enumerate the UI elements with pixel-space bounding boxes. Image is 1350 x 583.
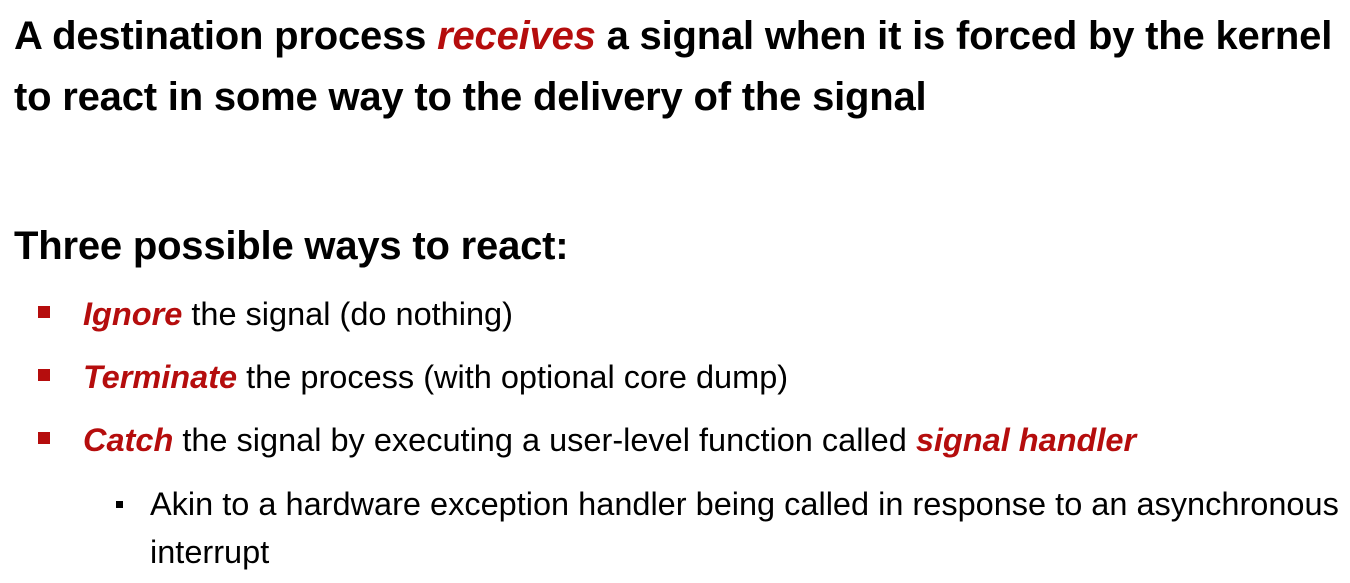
slide: { "slide": { "para1": { "before": "A des… xyxy=(0,0,1350,583)
ways-to-react-heading: Three possible ways to react: xyxy=(14,224,569,268)
ignore-text: the signal (do nothing) xyxy=(182,296,513,332)
catch-text: the signal by executing a user-level fun… xyxy=(173,422,916,458)
bullet-catch: Catch the signal by executing a user-lev… xyxy=(38,418,1137,462)
square-bullet-icon xyxy=(38,432,50,444)
sub-bullet-text: Akin to a hardware exception handler bei… xyxy=(150,486,1339,570)
small-square-bullet-icon xyxy=(116,501,123,508)
receive-definition-start: A destination process xyxy=(14,14,438,58)
receive-definition: A destination process receives a signal … xyxy=(14,6,1344,128)
catch-emphasis: Catch xyxy=(83,422,174,458)
sub-bullet-hardware-analogy: Akin to a hardware exception handler bei… xyxy=(116,480,1345,576)
square-bullet-icon xyxy=(38,306,50,318)
bullet-ignore: Ignore the signal (do nothing) xyxy=(38,292,513,336)
square-bullet-icon xyxy=(38,369,50,381)
terminate-text: the process (with optional core dump) xyxy=(237,359,789,395)
signal-handler-emphasis: signal handler xyxy=(915,422,1137,458)
bullet-terminate: Terminate the process (with optional cor… xyxy=(38,355,789,399)
receives-emphasis: receives xyxy=(437,14,596,58)
terminate-emphasis: Terminate xyxy=(83,359,238,395)
ignore-emphasis: Ignore xyxy=(83,296,183,332)
